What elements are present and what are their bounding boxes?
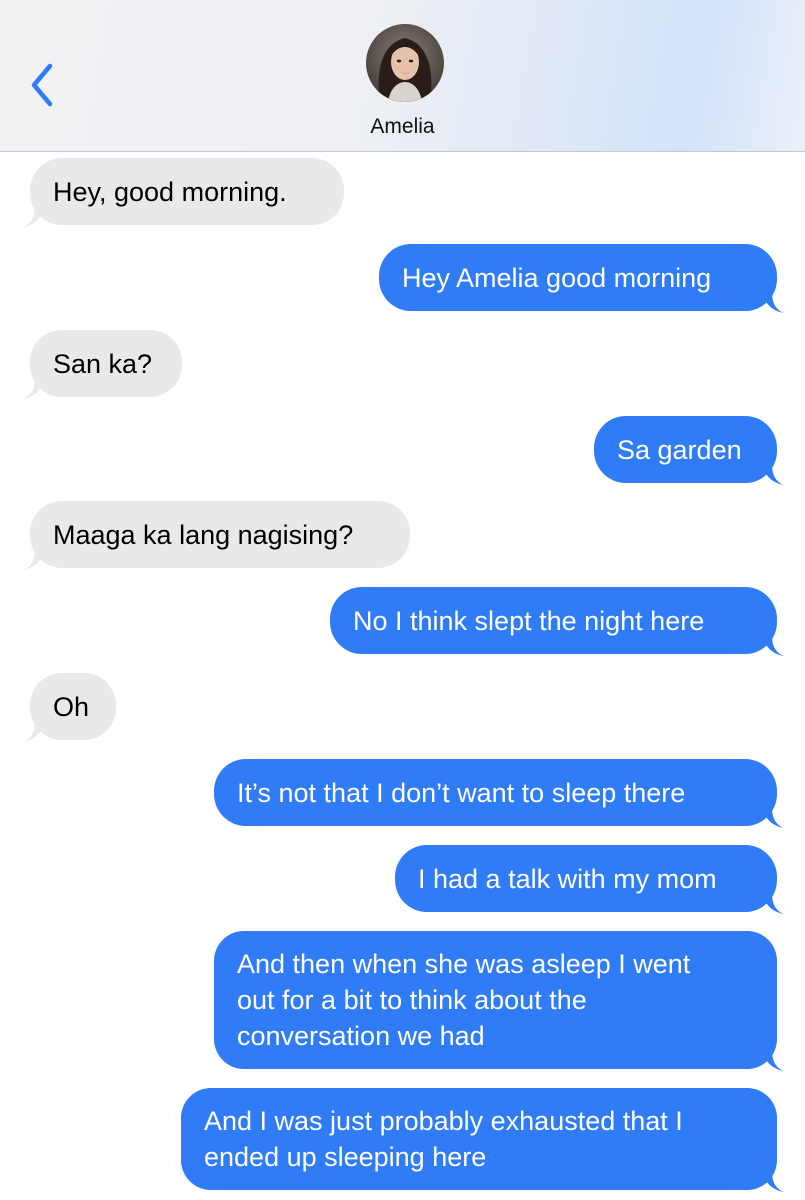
message-text: Hey, good morning. [53, 176, 287, 207]
bubble-tail [762, 892, 784, 914]
message-bubble-outgoing[interactable]: Sa garden [594, 416, 784, 485]
bubble-tail [762, 463, 784, 485]
message-text: San ka? [53, 348, 153, 379]
contact-photo [366, 24, 444, 102]
message-text: I had a talk with my mom [418, 863, 717, 894]
message-bubble-outgoing[interactable]: And I was just probably exhausted that I… [181, 1088, 784, 1192]
message-bubble-outgoing[interactable]: No I think slept the night here [330, 587, 784, 656]
bubble-tail [762, 806, 784, 828]
message-bubble-incoming[interactable]: San ka? [23, 330, 182, 399]
message-bubble-outgoing[interactable]: It’s not that I don’t want to sleep ther… [214, 759, 784, 828]
bubble-tail [762, 291, 784, 313]
bubble-tail [23, 205, 45, 227]
message-bubble-outgoing[interactable]: I had a talk with my mom [395, 845, 784, 914]
message-bubble-outgoing[interactable]: Hey Amelia good morning [379, 244, 784, 313]
bubble-tail [23, 548, 45, 570]
message-text: Oh [53, 691, 90, 722]
bubble-tail [23, 377, 45, 399]
message-text: Hey Amelia good morning [402, 262, 712, 293]
conversation-header: Amelia [0, 0, 805, 152]
message-bubble-incoming[interactable]: Oh [23, 673, 116, 742]
bubble-tail [762, 634, 784, 656]
bubble-tail [23, 720, 45, 742]
chevron-left-icon [31, 63, 53, 107]
messages-app: Amelia Hey, good morning. Hey Amelia goo… [0, 0, 805, 1200]
message-bubble-incoming[interactable]: Hey, good morning. [23, 158, 344, 227]
contact-name[interactable]: Amelia [0, 115, 805, 139]
bubble-tail [762, 1049, 784, 1071]
message-text: No I think slept the night here [353, 605, 705, 636]
contact-avatar[interactable] [366, 24, 444, 102]
message-list: Hey, good morning. Hey Amelia good morni… [0, 152, 805, 1200]
message-text: Sa garden [617, 434, 742, 465]
message-text: It’s not that I don’t want to sleep ther… [237, 777, 686, 808]
message-text: And then when she was asleep I went out … [237, 949, 691, 1051]
message-text: And I was just probably exhausted that I… [204, 1106, 683, 1172]
message-bubble-incoming[interactable]: Maaga ka lang nagising? [23, 501, 410, 570]
message-bubble-outgoing[interactable]: And then when she was asleep I went out … [214, 931, 784, 1071]
back-button[interactable] [22, 58, 62, 112]
message-text: Maaga ka lang nagising? [53, 519, 354, 550]
bubble-tail [762, 1170, 784, 1192]
